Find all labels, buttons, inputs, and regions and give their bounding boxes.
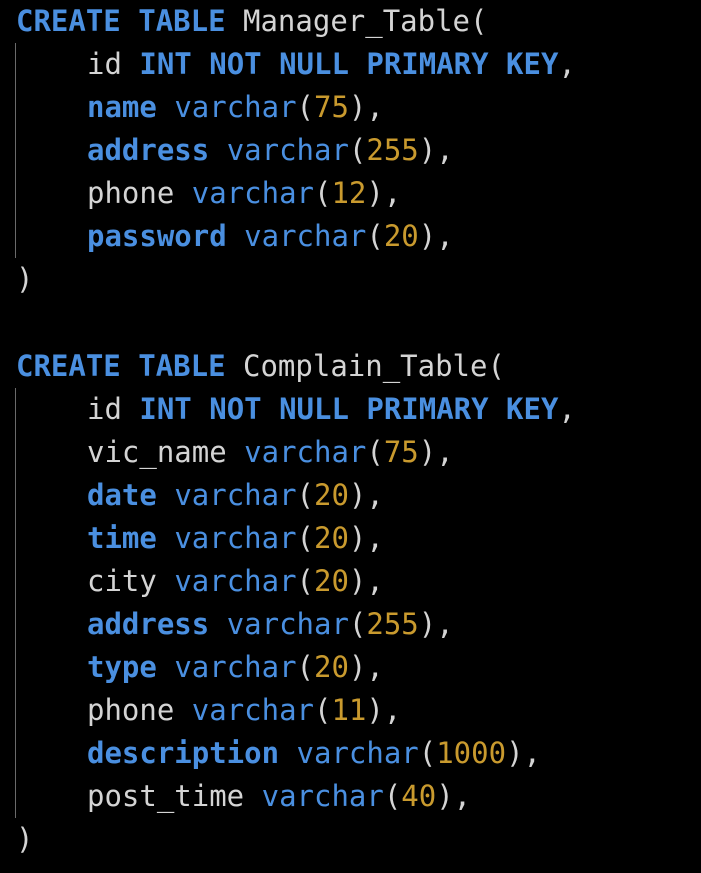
column-size: 12: [331, 176, 367, 210]
code-line[interactable]: password varchar(20),: [16, 215, 454, 258]
column-name: vic_name: [87, 435, 227, 469]
separator: ),: [348, 650, 384, 684]
separator: ),: [418, 607, 454, 641]
column-name: address: [87, 133, 210, 167]
column-type: varchar: [191, 693, 314, 727]
column-type: varchar: [261, 779, 384, 813]
code-line[interactable]: city varchar(20),: [16, 560, 384, 603]
separator: ),: [348, 564, 384, 598]
column-size: 40: [401, 779, 437, 813]
column-name: id: [87, 392, 122, 426]
code-line[interactable]: name varchar(75),: [16, 86, 384, 129]
column-size: 255: [366, 607, 419, 641]
column-name: phone: [87, 176, 175, 210]
column-size: 1000: [436, 736, 507, 770]
column-type: varchar: [226, 607, 349, 641]
code-line[interactable]: phone varchar(12),: [16, 172, 401, 215]
open-paren: (: [470, 4, 488, 38]
code-line[interactable]: id INT NOT NULL PRIMARY KEY,: [16, 388, 576, 431]
separator: ),: [418, 435, 454, 469]
keyword: TABLE: [138, 349, 226, 383]
column-type: varchar: [174, 478, 297, 512]
column-name: address: [87, 607, 210, 641]
column-type: varchar: [226, 133, 349, 167]
separator: ),: [418, 133, 454, 167]
keyword: TABLE: [138, 4, 226, 38]
column-name: post_time: [87, 779, 245, 813]
column-type: varchar: [174, 90, 297, 124]
separator: ),: [506, 736, 541, 770]
separator: ),: [418, 219, 454, 253]
column-size: 20: [314, 564, 349, 598]
column-size: 75: [383, 435, 419, 469]
column-name: type: [87, 650, 157, 684]
close-paren: ): [16, 262, 34, 296]
close-paren: ): [16, 822, 34, 856]
separator: ,: [558, 392, 576, 426]
column-type: varchar: [174, 521, 297, 555]
open-paren: (: [487, 349, 505, 383]
separator: ),: [366, 176, 402, 210]
column-type: varchar: [174, 650, 297, 684]
separator: ),: [348, 521, 384, 555]
code-line[interactable]: post_time varchar(40),: [16, 775, 471, 818]
column-name: password: [87, 219, 227, 253]
separator: ,: [558, 47, 576, 81]
code-line[interactable]: description varchar(1000),: [16, 732, 541, 775]
column-type: varchar: [296, 736, 419, 770]
column-name: description: [87, 736, 280, 770]
separator: ),: [436, 779, 472, 813]
column-type: varchar: [191, 176, 314, 210]
column-size: 20: [314, 478, 349, 512]
keyword: CREATE: [16, 4, 121, 38]
code-line[interactable]: phone varchar(11),: [16, 689, 401, 732]
table-name: Complain_Table: [243, 349, 488, 383]
keyword: CREATE: [16, 349, 121, 383]
table-name: Manager_Table: [243, 4, 470, 38]
column-name: phone: [87, 693, 175, 727]
column-name: time: [87, 521, 157, 555]
code-line[interactable]: time varchar(20),: [16, 517, 384, 560]
code-line[interactable]: type varchar(20),: [16, 646, 384, 689]
column-type: varchar: [244, 219, 367, 253]
column-size: 20: [314, 521, 349, 555]
column-name: id: [87, 47, 122, 81]
column-name: city: [87, 564, 157, 598]
code-line[interactable]: address varchar(255),: [16, 603, 454, 646]
column-size: 75: [314, 90, 349, 124]
column-size: 255: [366, 133, 419, 167]
column-type: varchar: [244, 435, 367, 469]
code-line[interactable]: CREATE TABLE Complain_Table(: [16, 345, 505, 388]
separator: ),: [348, 90, 384, 124]
column-type: INT NOT NULL PRIMARY KEY: [139, 47, 559, 81]
column-name: name: [87, 90, 157, 124]
column-size: 20: [383, 219, 419, 253]
code-line[interactable]: ): [16, 818, 33, 861]
code-line[interactable]: id INT NOT NULL PRIMARY KEY,: [16, 43, 576, 86]
code-line[interactable]: CREATE TABLE Manager_Table(: [16, 0, 487, 43]
code-line[interactable]: vic_name varchar(75),: [16, 431, 454, 474]
code-line[interactable]: address varchar(255),: [16, 129, 454, 172]
code-line[interactable]: ): [16, 258, 33, 301]
column-type: INT NOT NULL PRIMARY KEY: [139, 392, 559, 426]
column-type: varchar: [174, 564, 297, 598]
separator: ),: [348, 478, 384, 512]
separator: ),: [366, 693, 402, 727]
column-name: date: [87, 478, 157, 512]
code-editor[interactable]: CREATE TABLE Manager_Table( id INT NOT N…: [0, 0, 701, 873]
column-size: 20: [314, 650, 349, 684]
code-line[interactable]: date varchar(20),: [16, 474, 384, 517]
column-size: 11: [331, 693, 367, 727]
